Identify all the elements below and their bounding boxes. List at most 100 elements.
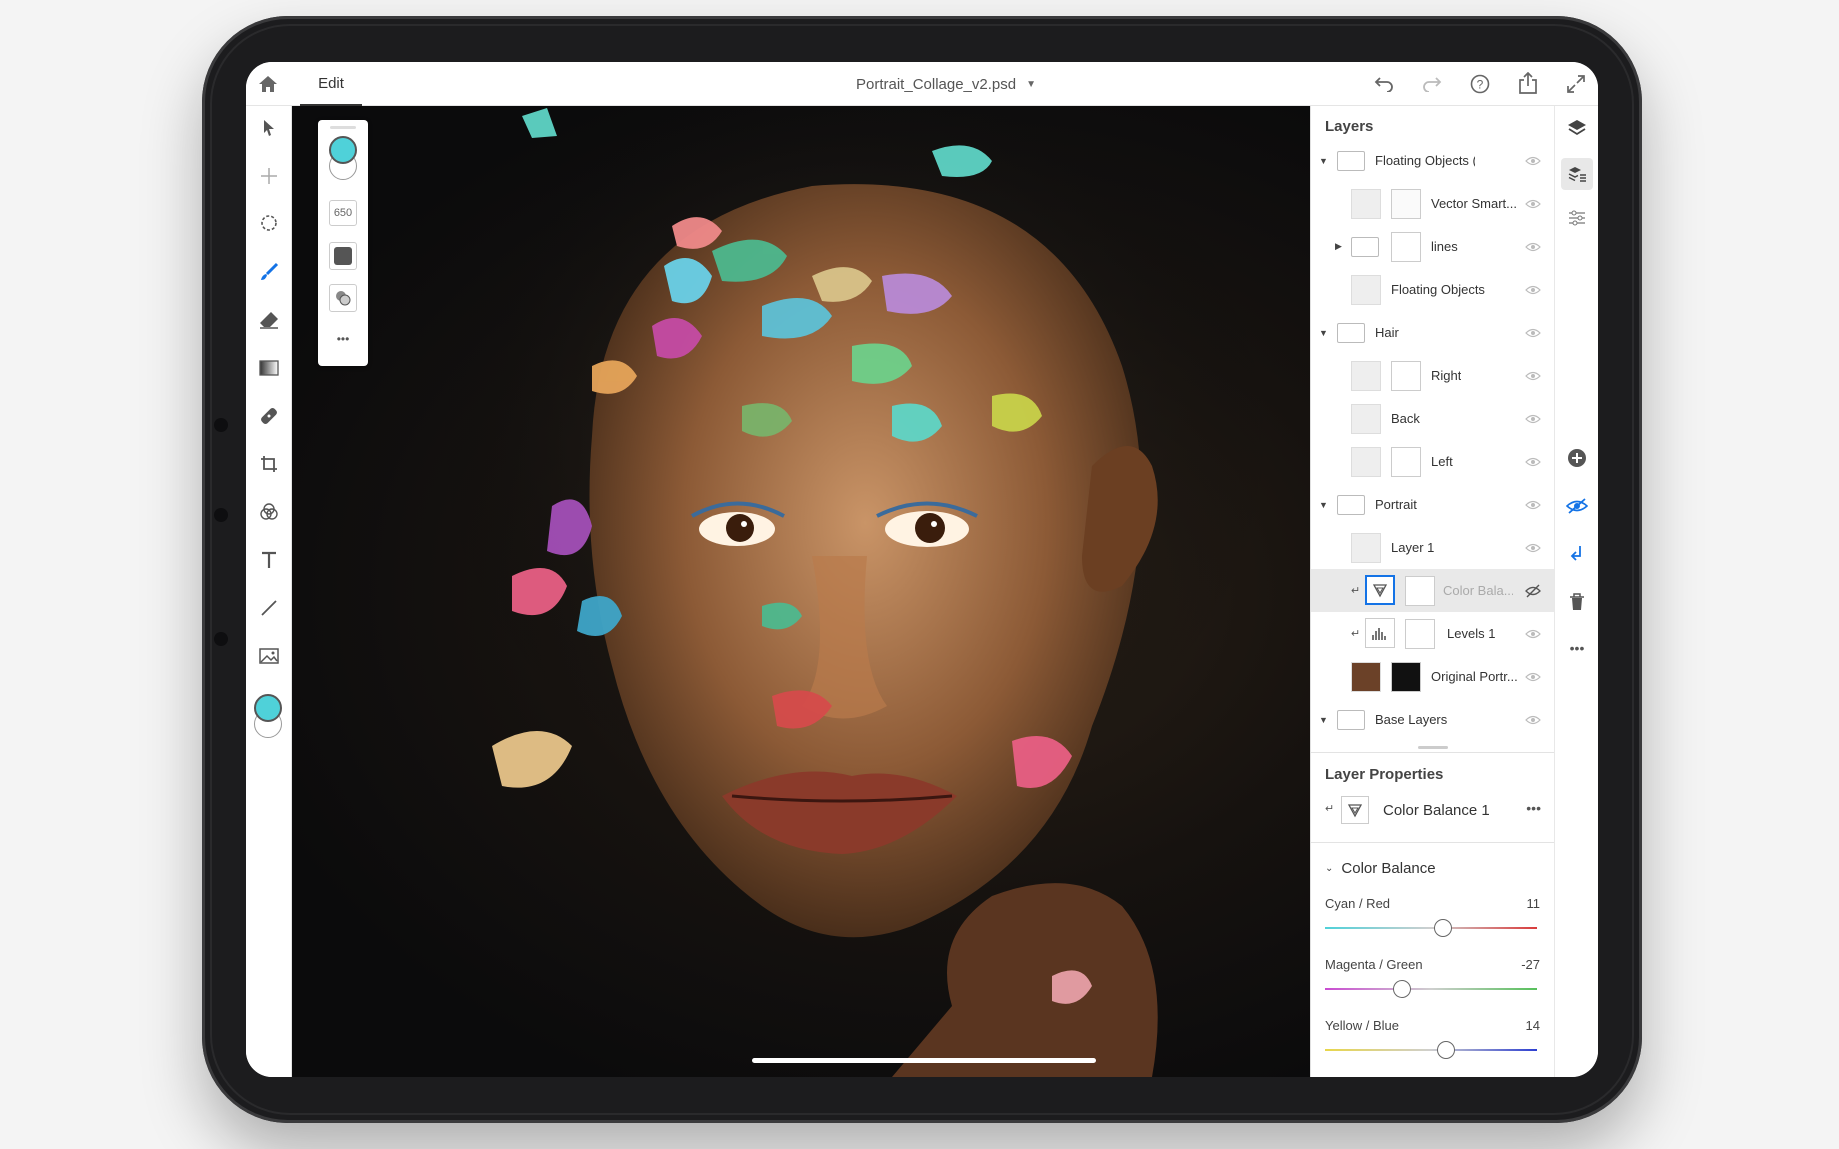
home-icon[interactable] <box>256 72 280 96</box>
slider-knob-magenta-green[interactable] <box>1393 980 1412 998</box>
color-balance-section-header[interactable]: ⌄ Color Balance <box>1325 858 1436 878</box>
redo-icon[interactable] <box>1420 72 1444 96</box>
clip-icon[interactable] <box>1565 542 1589 566</box>
share-icon[interactable] <box>1516 71 1540 95</box>
slider-value-cyan-red[interactable]: 11 <box>1527 896 1541 911</box>
panel-divider <box>1311 842 1555 843</box>
eye-icon[interactable] <box>1525 540 1541 556</box>
more-icon[interactable]: ••• <box>1565 636 1589 660</box>
layer-properties-icon[interactable] <box>1561 158 1593 190</box>
properties-more-button[interactable]: ••• <box>1526 800 1541 816</box>
line-icon[interactable] <box>257 596 281 620</box>
chevron-down-icon: ▼ <box>1026 78 1036 90</box>
clip-arrow-icon: ↵ <box>1351 628 1361 640</box>
eye-icon[interactable] <box>1525 712 1541 728</box>
eye-icon[interactable] <box>1525 368 1541 384</box>
layer-row-selected[interactable]: ↵ Color Bala... <box>1311 569 1555 612</box>
layer-name: Color Bala... <box>1443 583 1513 598</box>
slider-track-magenta-green[interactable] <box>1325 988 1537 990</box>
slider-value-yellow-blue[interactable]: 14 <box>1526 1018 1540 1033</box>
eye-icon[interactable] <box>1525 454 1541 470</box>
layer-row[interactable]: Layer 1 <box>1311 526 1555 569</box>
slider-track-cyan-red[interactable] <box>1325 927 1537 929</box>
brush-hardness-button[interactable] <box>329 242 357 270</box>
folder-icon <box>1337 150 1365 171</box>
tab-edit[interactable]: Edit <box>300 62 362 106</box>
eye-icon[interactable] <box>1525 282 1541 298</box>
panel-resize-grip[interactable] <box>1418 746 1448 749</box>
layer-row[interactable]: Vector Smart... <box>1311 182 1555 225</box>
eye-icon[interactable] <box>1525 239 1541 255</box>
document-title-text: Portrait_Collage_v2.psd <box>856 75 1017 93</box>
eye-icon[interactable] <box>1525 497 1541 513</box>
delete-icon[interactable] <box>1565 590 1589 614</box>
document-title[interactable]: Portrait_Collage_v2.psd ▼ <box>826 62 1066 106</box>
layer-thumbnail <box>1351 188 1381 219</box>
color-balance-icon <box>1365 575 1395 605</box>
place-image-icon[interactable] <box>257 644 281 668</box>
gradient-icon[interactable] <box>257 356 281 380</box>
slider-track-yellow-blue[interactable] <box>1325 1049 1537 1051</box>
portrait-artwork <box>432 106 1272 1077</box>
layer-row[interactable]: ▼ Floating Objects (alway... <box>1311 139 1555 182</box>
eye-icon[interactable] <box>1525 153 1541 169</box>
brush-icon[interactable] <box>257 260 281 284</box>
slider-knob-yellow-blue[interactable] <box>1436 1041 1455 1059</box>
layer-row[interactable]: Left <box>1311 440 1555 483</box>
layer-row[interactable]: Back <box>1311 397 1555 440</box>
type-icon[interactable] <box>257 548 281 572</box>
adjust-settings-icon[interactable] <box>1565 206 1589 230</box>
layer-row[interactable]: Floating Objects <box>1311 268 1555 311</box>
expand-arrow-icon[interactable]: ▼ <box>1319 328 1328 338</box>
brush-size-field[interactable]: 650 <box>329 200 357 226</box>
lasso-icon[interactable] <box>257 212 281 236</box>
options-grip <box>330 126 356 129</box>
eye-icon[interactable] <box>1525 325 1541 341</box>
slider-knob-cyan-red[interactable] <box>1433 919 1452 937</box>
options-more-button[interactable]: ••• <box>329 328 357 350</box>
camera-dot <box>214 508 228 522</box>
visibility-icon[interactable] <box>1565 494 1589 518</box>
adjustments-icon[interactable] <box>257 500 281 524</box>
eye-icon[interactable] <box>1525 626 1541 642</box>
layer-row[interactable]: ↵ Levels 1 <box>1311 612 1555 655</box>
layer-thumbnail <box>1351 274 1381 305</box>
folder-icon <box>1337 322 1365 343</box>
move-icon[interactable] <box>257 164 281 188</box>
slider-value-magenta-green[interactable]: -27 <box>1521 957 1540 972</box>
healing-icon[interactable] <box>257 404 281 428</box>
add-layer-icon[interactable] <box>1565 446 1589 470</box>
layer-name: Right <box>1431 368 1462 383</box>
eraser-icon[interactable] <box>257 308 281 332</box>
expand-arrow-icon[interactable]: ▼ <box>1319 156 1328 166</box>
select-icon[interactable] <box>257 116 281 140</box>
layer-thumbnail <box>1351 661 1381 692</box>
help-icon[interactable]: ? <box>1468 72 1492 96</box>
layer-row[interactable]: ▼ Hair <box>1311 311 1555 354</box>
eye-hidden-icon[interactable] <box>1525 583 1541 599</box>
crop-icon[interactable] <box>257 452 281 476</box>
eye-icon[interactable] <box>1525 196 1541 212</box>
layer-row[interactable]: Right <box>1311 354 1555 397</box>
layer-row[interactable]: ▶ lines <box>1311 225 1555 268</box>
svg-text:?: ? <box>1477 78 1484 92</box>
layers-icon[interactable] <box>1565 116 1589 140</box>
brush-blend-button[interactable] <box>329 284 357 312</box>
expand-arrow-icon[interactable]: ▼ <box>1319 715 1328 725</box>
expand-arrow-icon[interactable]: ▼ <box>1319 500 1328 510</box>
layer-row[interactable]: Original Portr... <box>1311 655 1555 698</box>
layer-row[interactable]: ▼ Base Layers <box>1311 698 1555 741</box>
fullscreen-icon[interactable] <box>1564 72 1588 96</box>
document-canvas[interactable] <box>292 106 1356 1077</box>
eye-icon[interactable] <box>1525 411 1541 427</box>
layers-panel: Layers ▼ Floating Objects (alway... Vect… <box>1310 106 1555 1077</box>
brush-color-swatch[interactable] <box>329 136 357 164</box>
undo-icon[interactable] <box>1372 72 1396 96</box>
folder-icon <box>1337 494 1365 515</box>
collapse-arrow-icon[interactable]: ▶ <box>1335 241 1342 252</box>
eye-icon[interactable] <box>1525 669 1541 685</box>
home-indicator[interactable] <box>752 1058 1096 1063</box>
clip-arrow-icon: ↵ <box>1351 585 1361 597</box>
layer-row[interactable]: ▼ Portrait <box>1311 483 1555 526</box>
foreground-color-swatch[interactable] <box>254 694 282 722</box>
